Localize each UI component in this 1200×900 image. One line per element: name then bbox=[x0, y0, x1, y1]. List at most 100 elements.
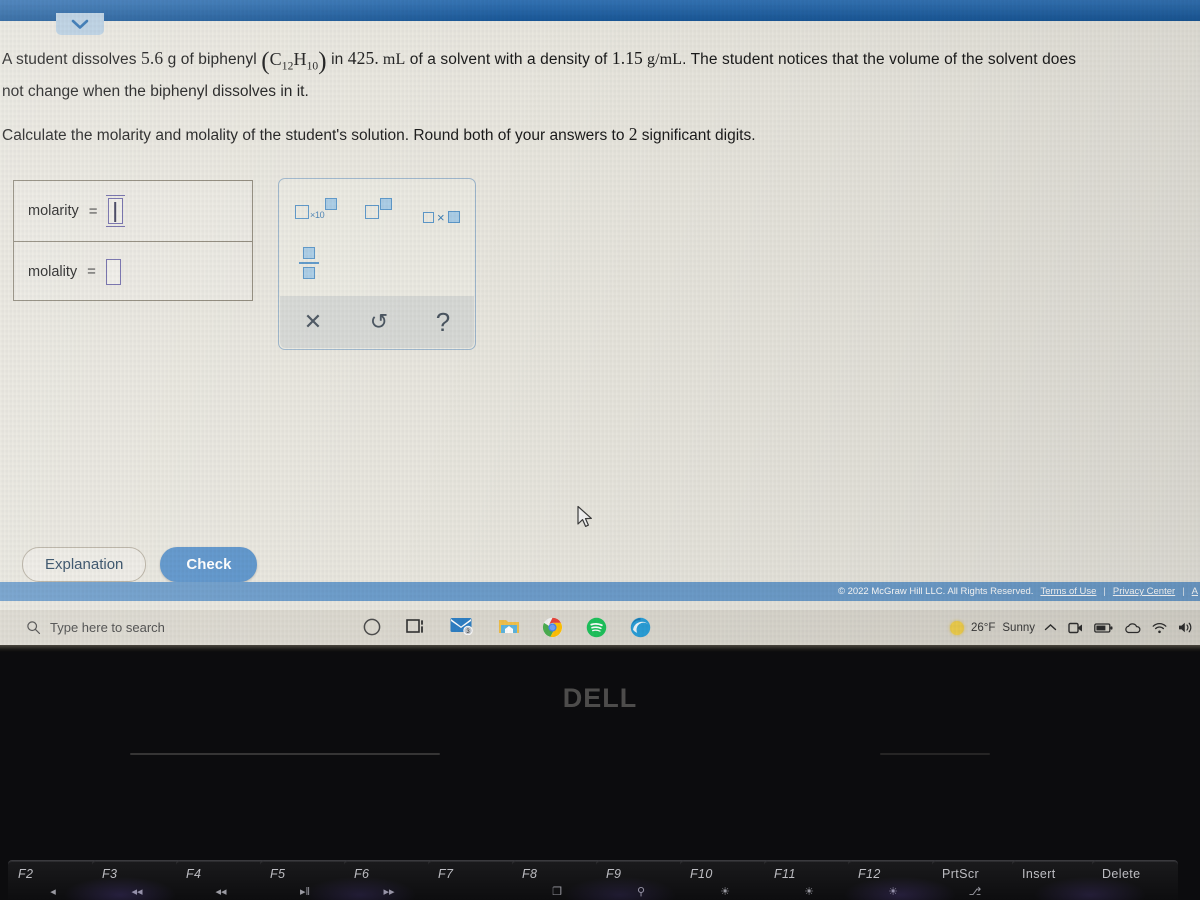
key-glyph-icon: ⚲ bbox=[636, 886, 646, 898]
privacy-center-link[interactable]: Privacy Center bbox=[1113, 586, 1175, 597]
action-buttons: Explanation Check bbox=[22, 547, 258, 582]
explanation-button[interactable]: Explanation bbox=[22, 547, 147, 582]
laptop-photo: A student dissolves 5.6 g of biphenyl (C… bbox=[0, 0, 1200, 900]
key-f2[interactable]: F2 ◂ bbox=[8, 860, 98, 900]
device-icon[interactable] bbox=[1068, 621, 1083, 635]
undo-button[interactable]: ↺ bbox=[370, 311, 388, 333]
key-f6[interactable]: F6 ▸▸ bbox=[344, 860, 434, 900]
superscript-button[interactable] bbox=[365, 198, 392, 219]
taskbar-search[interactable]: Type here to search bbox=[0, 620, 320, 635]
weather-temperature: 26°F bbox=[970, 621, 996, 634]
key-f10[interactable]: F10 ☀ bbox=[680, 860, 770, 900]
accessibility-link[interactable]: A bbox=[1192, 586, 1198, 597]
hinge-vent-right bbox=[880, 753, 990, 755]
volume-icon[interactable] bbox=[1178, 621, 1194, 634]
show-hidden-icons-icon[interactable] bbox=[1044, 623, 1057, 632]
fraction-button[interactable] bbox=[299, 247, 319, 279]
key-label: F3 bbox=[102, 867, 118, 881]
q-unit-gml: g/mL bbox=[642, 51, 683, 68]
taskbar-search-placeholder: Type here to search bbox=[50, 620, 165, 635]
key-label: F2 bbox=[18, 867, 34, 881]
key-f3[interactable]: F3 ◂◂ bbox=[92, 860, 182, 900]
key-f9[interactable]: F9 ⚲ bbox=[596, 860, 686, 900]
key-f8[interactable]: F8 ❐ bbox=[512, 860, 602, 900]
mail-icon[interactable]: 3 bbox=[450, 617, 476, 639]
key-label: F11 bbox=[774, 867, 796, 881]
key-label: F5 bbox=[270, 867, 286, 881]
key-label: F10 bbox=[690, 867, 713, 881]
monitor-screen: A student dissolves 5.6 g of biphenyl (C… bbox=[0, 0, 1200, 645]
chrome-icon[interactable] bbox=[542, 617, 564, 639]
math-palette-actions: ✕ ↺ ? bbox=[280, 296, 474, 348]
weather-condition: Sunny bbox=[1002, 621, 1035, 634]
question-line-3: Calculate the molarity and molality of t… bbox=[0, 121, 1200, 149]
wifi-icon[interactable] bbox=[1152, 622, 1167, 634]
collapse-panel-tab[interactable] bbox=[56, 13, 104, 35]
cortana-icon[interactable] bbox=[362, 617, 384, 639]
chemical-formula: (C12H10) bbox=[261, 49, 327, 75]
footer-content: © 2022 McGraw Hill LLC. All Rights Reser… bbox=[838, 586, 1200, 597]
key-glyph-icon: ◂◂ bbox=[215, 886, 227, 898]
key-label: F6 bbox=[354, 867, 370, 881]
edge-icon[interactable] bbox=[630, 617, 652, 639]
help-button[interactable]: ? bbox=[436, 309, 450, 335]
filled-square-icon bbox=[325, 198, 338, 210]
molality-input[interactable] bbox=[105, 258, 121, 285]
q-text-1: A student dissolves bbox=[2, 51, 141, 68]
key-prtscr[interactable]: PrtScr ⎇ bbox=[932, 860, 1018, 900]
key-glyph-icon: ☀ bbox=[720, 886, 730, 898]
sun-icon bbox=[949, 620, 964, 635]
task-view-icon[interactable] bbox=[406, 617, 428, 639]
key-f11[interactable]: F11 ☀ bbox=[764, 860, 854, 900]
key-label: F4 bbox=[186, 867, 202, 881]
key-f7[interactable]: F7 bbox=[428, 860, 518, 900]
mouse-cursor bbox=[577, 505, 592, 527]
footer-separator-1: | bbox=[1103, 586, 1106, 597]
weather-widget[interactable]: 26°F Sunny bbox=[949, 620, 1035, 635]
key-label: Insert bbox=[1022, 867, 1056, 881]
scientific-notation-button[interactable]: ×10 bbox=[295, 198, 338, 220]
question-text: A student dissolves 5.6 g of biphenyl (C… bbox=[0, 44, 1200, 149]
check-button[interactable]: Check bbox=[160, 547, 258, 582]
keyboard-function-row: F2 ◂ F3 ◂◂ F4 ◂◂ F5 ▸‖ F6 ▸▸ F7 F8 ❐ F9 ⚲ F10 ☀ F11 ☀ F12 ☀ P… bbox=[0, 860, 1200, 900]
battery-icon[interactable] bbox=[1094, 622, 1113, 634]
key-insert[interactable]: Insert bbox=[1012, 860, 1098, 900]
key-glyph-icon: ☀ bbox=[888, 886, 898, 898]
key-glyph-icon: ▸‖ bbox=[299, 886, 311, 898]
windows-taskbar: Type here to search 3 26°F Sunny bbox=[0, 610, 1200, 645]
multiply-button[interactable]: × bbox=[423, 209, 460, 225]
hinge-vent-left bbox=[130, 753, 440, 755]
onedrive-icon[interactable] bbox=[1124, 622, 1141, 634]
footer-separator-2: | bbox=[1182, 586, 1185, 597]
filled-square-icon bbox=[447, 211, 460, 223]
clear-button[interactable]: ✕ bbox=[304, 311, 322, 333]
key-glyph-icon: ◂ bbox=[50, 886, 56, 898]
terms-of-use-link[interactable]: Terms of Use bbox=[1040, 586, 1096, 597]
formula-element-c: C bbox=[269, 49, 282, 69]
molarity-input[interactable] bbox=[105, 195, 125, 227]
search-icon bbox=[27, 621, 41, 635]
spotify-icon[interactable] bbox=[586, 617, 608, 639]
key-delete[interactable]: Delete bbox=[1092, 860, 1178, 900]
molarity-label: molarity bbox=[28, 203, 79, 219]
system-tray bbox=[1044, 621, 1194, 635]
dell-brand-text: DELL bbox=[562, 683, 638, 713]
q-text-3: in bbox=[326, 51, 348, 68]
file-explorer-icon[interactable] bbox=[498, 617, 520, 639]
key-label: F8 bbox=[522, 867, 538, 881]
q-text-5: of a solvent with a density of bbox=[405, 51, 612, 68]
key-f5[interactable]: F5 ▸‖ bbox=[260, 860, 350, 900]
key-glyph-icon: ☀ bbox=[804, 886, 814, 898]
numerator-square-icon bbox=[303, 247, 315, 259]
q-value-density: 1.15 bbox=[611, 48, 643, 68]
empty-square-icon bbox=[295, 205, 309, 219]
copyright-text: © 2022 McGraw Hill LLC. All Rights Reser… bbox=[837, 586, 1034, 597]
empty-square-icon bbox=[365, 205, 379, 219]
q-text-2: g of biphenyl bbox=[163, 51, 262, 68]
molality-row: molality = bbox=[14, 241, 252, 301]
top-bar-sheen bbox=[0, 0, 1200, 21]
key-f4[interactable]: F4 ◂◂ bbox=[176, 860, 266, 900]
key-f12[interactable]: F12 ☀ bbox=[848, 860, 938, 900]
key-label: F9 bbox=[606, 867, 622, 881]
key-label: PrtScr bbox=[942, 867, 980, 881]
